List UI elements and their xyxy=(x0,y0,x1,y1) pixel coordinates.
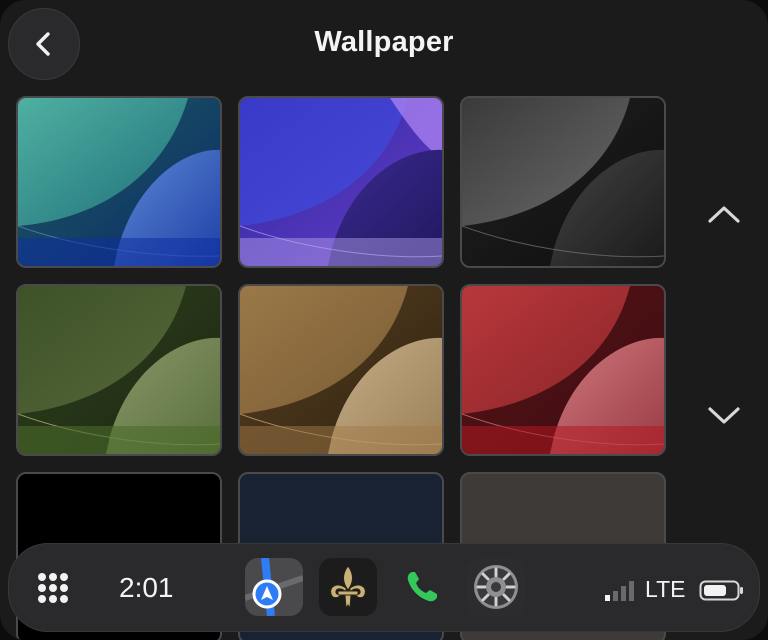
wallpaper-tile-olive-green[interactable] xyxy=(16,284,222,456)
chevron-up-icon xyxy=(708,206,740,223)
settings-app-icon xyxy=(467,558,525,616)
battery-icon xyxy=(699,580,743,601)
maps-app-button[interactable] xyxy=(245,558,303,616)
app-grid-button[interactable] xyxy=(35,570,71,606)
scroll-up-button[interactable] xyxy=(700,190,748,238)
fleur-de-lis-app-icon xyxy=(319,558,377,616)
status-area: LTE xyxy=(603,574,753,604)
settings-app-button[interactable] xyxy=(467,558,525,616)
phone-app-button[interactable] xyxy=(393,558,451,616)
grid-icon xyxy=(38,573,68,603)
wallpaper-tile-purple-blue[interactable] xyxy=(238,96,444,268)
dock: 2:01 LTE xyxy=(8,543,760,632)
scroll-down-button[interactable] xyxy=(700,392,748,440)
wallpaper-tile-teal-blue[interactable] xyxy=(16,96,222,268)
signal-icon xyxy=(605,581,634,601)
wallpaper-tile-sand-gold[interactable] xyxy=(238,284,444,456)
network-type: LTE xyxy=(645,576,686,602)
clock: 2:01 xyxy=(119,572,174,603)
chevron-down-icon xyxy=(708,407,740,424)
page-title: Wallpaper xyxy=(314,26,454,58)
phone-app-icon xyxy=(393,558,451,616)
wallpaper-tile-graphite[interactable] xyxy=(460,96,666,268)
wallpaper-tile-crimson[interactable] xyxy=(460,284,666,456)
wallpaper-screen: Wallpaper 2:01 LTE xyxy=(0,0,768,640)
saints-app-button[interactable] xyxy=(319,558,377,616)
maps-app-icon xyxy=(245,558,303,616)
